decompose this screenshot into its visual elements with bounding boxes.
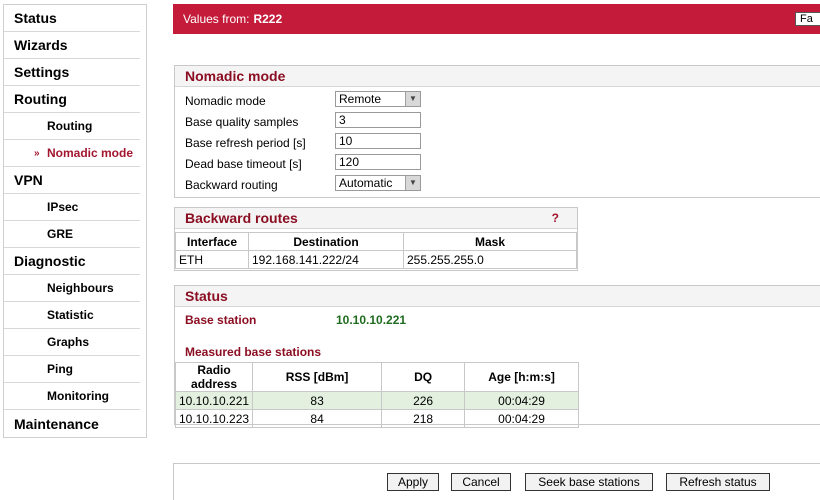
- header-station: R222: [253, 12, 283, 26]
- nomadic-mode-panel: Nomadic mode Nomadic mode Remote ▼ Base …: [174, 65, 820, 198]
- radio-address: 10.10.10.223: [174, 409, 254, 428]
- nav-maintenance[interactable]: Maintenance: [4, 410, 140, 437]
- active-marker-icon: »: [34, 147, 40, 159]
- label-nomadic-mode: Nomadic mode: [185, 94, 266, 108]
- header-button[interactable]: Fa: [795, 12, 820, 26]
- nomadic-mode-select[interactable]: Remote ▼: [335, 91, 421, 107]
- column-header: Age [h:m:s]: [464, 362, 579, 392]
- backward-routing-select[interactable]: Automatic ▼: [335, 175, 421, 191]
- nav-wizards[interactable]: Wizards: [4, 32, 140, 59]
- label-base-refresh-period: Base refresh period [s]: [185, 136, 306, 150]
- footer-bar: Apply Cancel Seek base stations Refresh …: [173, 463, 820, 500]
- route-destination[interactable]: 192.168.141.222/24: [248, 250, 404, 269]
- label-backward-routing: Backward routing: [185, 178, 278, 192]
- refresh-status-button[interactable]: Refresh status: [666, 473, 770, 491]
- column-header: Destination: [248, 232, 404, 251]
- stations-table: Radio address RSS [dBm] DQ Age [h:m:s] 1…: [174, 362, 579, 428]
- nav-routing-routing[interactable]: Routing: [4, 113, 140, 140]
- table-row: 10.10.10.223 84 218 00:04:29: [174, 409, 579, 428]
- values-header: Values from: R222 Fa: [173, 4, 820, 34]
- sidebar: Status Wizards Settings Routing Routing …: [3, 4, 147, 438]
- apply-button[interactable]: Apply: [387, 473, 439, 491]
- column-header: DQ: [381, 362, 466, 392]
- rss-value: 84: [252, 409, 383, 428]
- label-base-quality-samples: Base quality samples: [185, 115, 299, 129]
- column-header: Mask: [403, 232, 577, 251]
- nav-gre[interactable]: GRE: [4, 221, 140, 248]
- route-mask[interactable]: 255.255.255.0: [403, 250, 577, 269]
- cancel-button[interactable]: Cancel: [451, 473, 511, 491]
- nav-ping[interactable]: Ping: [4, 356, 140, 383]
- seek-base-stations-button[interactable]: Seek base stations: [525, 473, 653, 491]
- route-interface: ETH: [175, 250, 249, 269]
- backward-routes-panel: Backward routes ? Interface Destination …: [174, 207, 578, 271]
- backward-routing-value: Automatic: [339, 176, 393, 190]
- nav-monitoring[interactable]: Monitoring: [4, 383, 140, 410]
- nomadic-mode-value: Remote: [339, 92, 382, 106]
- panel-title: Backward routes: [175, 208, 577, 229]
- column-header: RSS [dBm]: [252, 362, 383, 392]
- column-header: Radio address: [174, 362, 254, 392]
- measured-title: Measured base stations: [185, 345, 322, 359]
- nav-nomadic-mode-label: Nomadic mode: [47, 146, 134, 160]
- routes-table: Interface Destination Mask ETH 192.168.1…: [175, 232, 577, 269]
- nav-ipsec[interactable]: IPsec: [4, 194, 140, 221]
- nav-statistic[interactable]: Statistic: [4, 302, 140, 329]
- base-refresh-period-input[interactable]: 10: [335, 133, 421, 149]
- dead-base-timeout-input[interactable]: 120: [335, 154, 421, 170]
- dropdown-arrow-icon: ▼: [405, 176, 420, 190]
- nav-settings[interactable]: Settings: [4, 59, 140, 86]
- panel-title: Status: [175, 286, 820, 307]
- column-header: Interface: [175, 232, 249, 251]
- nav-vpn[interactable]: VPN: [4, 167, 140, 194]
- nav-routing[interactable]: Routing: [4, 86, 140, 113]
- dq-value: 218: [381, 409, 466, 428]
- nav-nomadic-mode[interactable]: » Nomadic mode: [4, 140, 140, 167]
- base-quality-samples-input[interactable]: 3: [335, 112, 421, 128]
- rss-value: 83: [252, 391, 383, 410]
- label-dead-base-timeout: Dead base timeout [s]: [185, 157, 302, 171]
- base-station-value: 10.10.10.221: [336, 313, 407, 327]
- nav-graphs[interactable]: Graphs: [4, 329, 140, 356]
- dq-value: 226: [381, 391, 466, 410]
- header-prefix: Values from:: [183, 12, 250, 26]
- panel-title: Nomadic mode: [175, 66, 820, 87]
- dropdown-arrow-icon: ▼: [405, 92, 420, 106]
- help-icon[interactable]: ?: [552, 211, 559, 225]
- nav-status[interactable]: Status: [4, 5, 140, 32]
- age-value: 00:04:29: [464, 391, 579, 410]
- status-panel: Status Base station 10.10.10.221 Measure…: [174, 285, 820, 428]
- age-value: 00:04:29: [464, 409, 579, 428]
- table-row: 10.10.10.221 83 226 00:04:29: [174, 391, 579, 410]
- nav-diagnostic[interactable]: Diagnostic: [4, 248, 140, 275]
- base-station-label: Base station: [185, 313, 257, 327]
- table-row: ETH 192.168.141.222/24 255.255.255.0: [175, 250, 577, 269]
- nav-neighbours[interactable]: Neighbours: [4, 275, 140, 302]
- radio-address: 10.10.10.221: [174, 391, 254, 410]
